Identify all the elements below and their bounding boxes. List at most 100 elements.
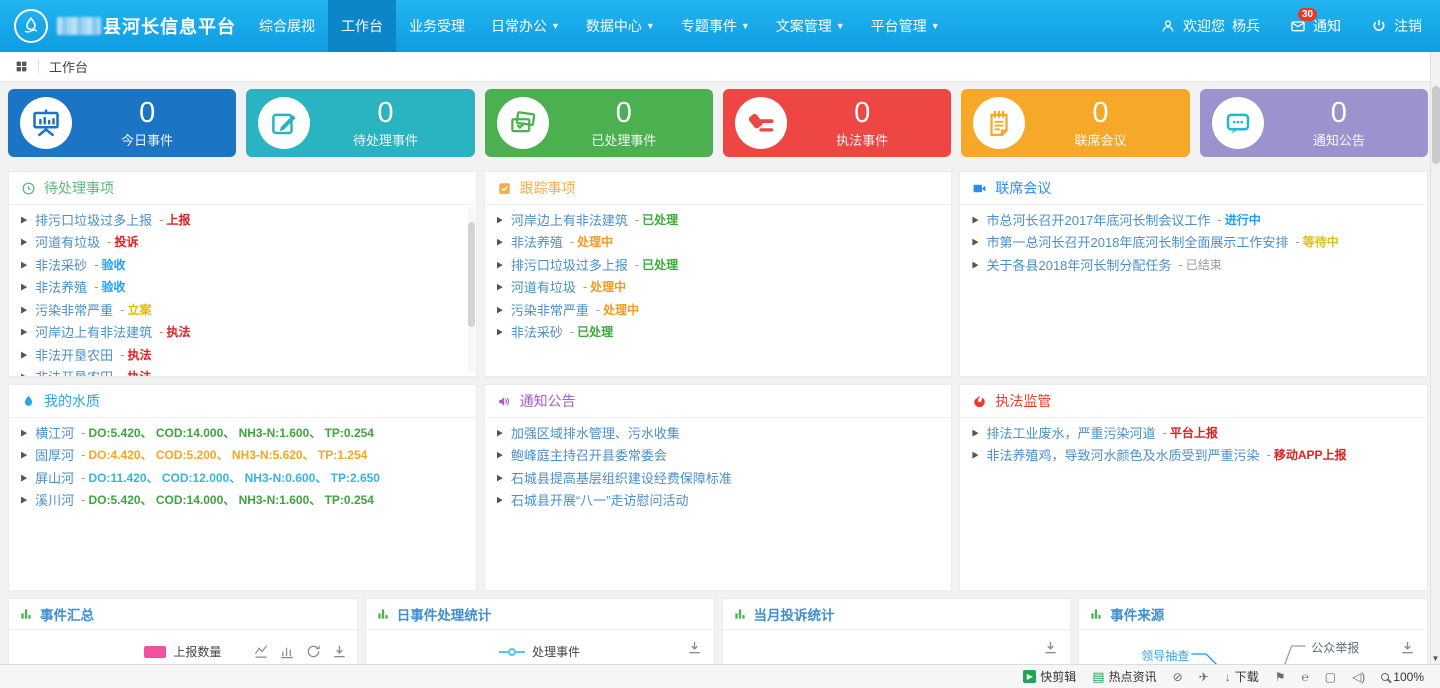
panel-scrollbar[interactable] (468, 207, 475, 372)
statusbar-item[interactable]: ⚑ (1275, 671, 1286, 683)
item-link[interactable]: 屏山河 (35, 468, 74, 487)
list-item[interactable]: ▶非法养殖鸡，导致河水颜色及水质受到严重污染-移动APP上报 (972, 444, 1415, 467)
list-item[interactable]: ▶非法开垦农田-执法 (21, 343, 464, 366)
statusbar-item[interactable]: ▢ (1325, 671, 1336, 683)
list-item[interactable]: ▶石城县提高基层组织建设经费保障标准 (497, 466, 940, 489)
list-item[interactable]: ▶排污口垃圾过多上报-上报 (21, 208, 464, 231)
download-button[interactable] (687, 640, 702, 660)
stat-card-pending-events[interactable]: 0 待处理事件 (246, 89, 474, 157)
item-link[interactable]: 溪川河 (35, 490, 74, 509)
user-menu[interactable]: 欢迎您 杨兵 (1160, 16, 1260, 36)
list-item[interactable]: ▶非法养殖-处理中 (497, 231, 940, 254)
statusbar-item[interactable]: ◁) (1352, 671, 1365, 683)
item-link[interactable]: 污染非常严重 (511, 300, 589, 319)
scrollbar-thumb[interactable] (1432, 86, 1440, 164)
statusbar-item[interactable]: ✈ (1199, 671, 1209, 683)
statusbar-item[interactable]: ℮ (1302, 671, 1309, 683)
line-chart-tool-icon[interactable] (254, 644, 269, 659)
list-item[interactable]: ▶石城县开展“八一”走访慰问活动 (497, 489, 940, 512)
stat-card-enforcement-events[interactable]: 0 执法事件 (723, 89, 951, 157)
item-link[interactable]: 排法工业废水，严重污染河道 (986, 423, 1155, 442)
item-link[interactable]: 非法采砂 (511, 322, 563, 341)
item-link[interactable]: 非法采砂 (35, 255, 87, 274)
list-item[interactable]: ▶非法采砂-验收 (21, 253, 464, 276)
item-link[interactable]: 关于各县2018年河长制分配任务 (986, 255, 1171, 274)
scroll-down-arrow-icon[interactable]: ▼ (1431, 654, 1440, 663)
statusbar-item[interactable]: ▶快剪辑 (1023, 668, 1076, 685)
chart-legend[interactable]: 处理事件 (366, 643, 714, 660)
item-dash: - (1217, 212, 1221, 227)
notifications-button[interactable]: 30 通知 (1290, 16, 1341, 36)
list-item[interactable]: ▶横江河-DO:5.420、 COD:14.000、 NH3-N:1.600、 … (21, 421, 464, 444)
menu-item-综合展视[interactable]: 综合展视 (246, 0, 328, 52)
stat-card-processed-events[interactable]: 0 已处理事件 (485, 89, 713, 157)
item-link[interactable]: 非法养殖 (511, 232, 563, 251)
item-link[interactable]: 非法开垦农田 (35, 345, 113, 364)
list-item[interactable]: ▶屏山河-DO:11.420、 COD:12.000、 NH3-N:0.600、… (21, 466, 464, 489)
menu-item-平台管理[interactable]: 平台管理▼ (858, 0, 953, 52)
page-scrollbar[interactable]: ▼ (1430, 52, 1440, 664)
bar-chart-tool-icon[interactable] (280, 644, 295, 659)
list-item[interactable]: ▶河岸边上有非法建筑-已处理 (497, 208, 940, 231)
item-link[interactable]: 河岸边上有非法建筑 (35, 322, 152, 341)
list-item[interactable]: ▶河道有垃圾-处理中 (497, 276, 940, 299)
item-status: 已处理 (642, 256, 678, 273)
list-item[interactable]: ▶非法开垦农田-执法 (21, 366, 464, 378)
list-item[interactable]: ▶河道有垃圾-投诉 (21, 231, 464, 254)
item-status: 已处理 (577, 323, 613, 340)
list-item[interactable]: ▶污染非常严重-立案 (21, 298, 464, 321)
stat-card-joint-meetings[interactable]: 0 联席会议 (961, 89, 1189, 157)
download-icon[interactable] (332, 644, 347, 659)
item-link[interactable]: 固厚河 (35, 445, 74, 464)
item-link[interactable]: 非法开垦农田 (35, 367, 113, 377)
item-link[interactable]: 河道有垃圾 (35, 232, 100, 251)
logout-button[interactable]: 注销 (1371, 16, 1422, 36)
list-item[interactable]: ▶非法采砂-已处理 (497, 321, 940, 344)
item-link[interactable]: 鲍峰庭主持召开县委常委会 (511, 445, 667, 464)
stat-card-announcements[interactable]: 0 通知公告 (1200, 89, 1428, 157)
menu-item-业务受理[interactable]: 业务受理 (396, 0, 478, 52)
list-item[interactable]: ▶排污口垃圾过多上报-已处理 (497, 253, 940, 276)
item-link[interactable]: 排污口垃圾过多上报 (511, 255, 628, 274)
list-item[interactable]: ▶市第一总河长召开2018年底河长制全面展示工作安排-等待中 (972, 231, 1415, 254)
item-link[interactable]: 加强区域排水管理、污水收集 (511, 423, 680, 442)
download-button[interactable] (1043, 640, 1058, 660)
menu-item-专题事件[interactable]: 专题事件▼ (668, 0, 763, 52)
item-link[interactable]: 石城县提高基层组织建设经费保障标准 (511, 468, 732, 487)
item-link[interactable]: 市第一总河长召开2018年底河长制全面展示工作安排 (986, 232, 1288, 251)
item-link[interactable]: 石城县开展“八一”走访慰问活动 (511, 490, 689, 509)
list-item[interactable]: ▶固厚河-DO:4.420、 COD:5.200、 NH3-N:5.620、 T… (21, 444, 464, 467)
scrollbar-thumb[interactable] (468, 222, 475, 328)
list-item[interactable]: ▶市总河长召开2017年底河长制会议工作-进行中 (972, 208, 1415, 231)
list-item[interactable]: ▶河岸边上有非法建筑-执法 (21, 321, 464, 344)
refresh-icon[interactable] (306, 644, 321, 659)
list-item[interactable]: ▶非法养殖-验收 (21, 276, 464, 299)
item-link[interactable]: 污染非常严重 (35, 300, 113, 319)
menu-item-数据中心[interactable]: 数据中心▼ (573, 0, 668, 52)
statusbar-item[interactable]: ⊘ (1173, 671, 1183, 683)
list-item[interactable]: ▶排法工业废水，严重污染河道-平台上报 (972, 421, 1415, 444)
statusbar-item[interactable]: ↓下载 (1225, 668, 1259, 685)
statusbar-item[interactable]: 100% (1381, 670, 1424, 684)
law-enforcement-panel: 执法监管 ▶排法工业废水，严重污染河道-平台上报▶非法养殖鸡，导致河水颜色及水质… (959, 384, 1428, 591)
stat-card-today-events[interactable]: 0 今日事件 (8, 89, 236, 157)
grid-icon[interactable] (15, 60, 28, 73)
menu-item-工作台[interactable]: 工作台 (328, 0, 396, 52)
list-item[interactable]: ▶污染非常严重-处理中 (497, 298, 940, 321)
statusbar-item[interactable]: ▤热点资讯 (1092, 668, 1156, 685)
list-item[interactable]: ▶鲍峰庭主持召开县委常委会 (497, 444, 940, 467)
panel-title: 联席会议 (995, 178, 1051, 198)
item-link[interactable]: 河道有垃圾 (511, 277, 576, 296)
item-link[interactable]: 河岸边上有非法建筑 (511, 210, 628, 229)
list-item[interactable]: ▶关于各县2018年河长制分配任务-已结束 (972, 253, 1415, 276)
item-link[interactable]: 排污口垃圾过多上报 (35, 210, 152, 229)
list-item[interactable]: ▶加强区域排水管理、污水收集 (497, 421, 940, 444)
item-link[interactable]: 市总河长召开2017年底河长制会议工作 (986, 210, 1210, 229)
item-link[interactable]: 非法养殖 (35, 277, 87, 296)
list-item[interactable]: ▶溪川河-DO:5.420、 COD:14.000、 NH3-N:1.600、 … (21, 489, 464, 512)
item-link[interactable]: 横江河 (35, 423, 74, 442)
menu-item-日常办公[interactable]: 日常办公▼ (478, 0, 573, 52)
menu-item-文案管理[interactable]: 文案管理▼ (763, 0, 858, 52)
top-navbar: 县河长信息平台 综合展视工作台业务受理日常办公▼数据中心▼专题事件▼文案管理▼平… (0, 0, 1440, 52)
item-link[interactable]: 非法养殖鸡，导致河水颜色及水质受到严重污染 (986, 445, 1259, 464)
